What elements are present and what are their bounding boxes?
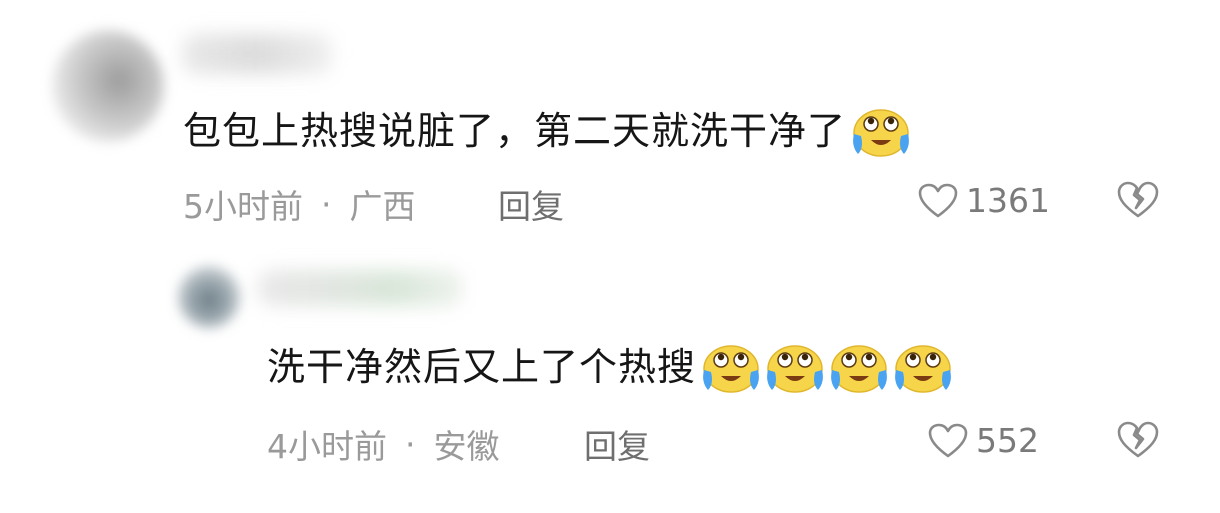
reply-button[interactable]: 回复 (498, 180, 564, 228)
dislike-button[interactable] (1117, 181, 1159, 223)
comment-meta: 5小时前 · 广西 (183, 180, 416, 228)
heart-outline-icon (928, 423, 968, 457)
like-count: 552 (976, 421, 1039, 460)
emoji-row (700, 340, 954, 394)
crying-laughing-emoji (767, 345, 823, 393)
avatar[interactable] (178, 266, 240, 328)
comment-text: 洗干净然后又上了个热搜 (267, 340, 954, 394)
like-button[interactable]: 1361 (918, 181, 1050, 220)
comment-item-1: 包包上热搜说脏了，第二天就洗干净了 5小时前 · 广西 回复 1361 (0, 0, 1220, 250)
dislike-button[interactable] (1117, 421, 1159, 463)
comment-text-content: 洗干净然后又上了个热搜 (267, 345, 697, 389)
comment-location: 安徽 (433, 427, 500, 466)
emoji-row (850, 104, 912, 158)
comment-text: 包包上热搜说脏了，第二天就洗干净了 (183, 104, 912, 158)
comment-time: 4小时前 (267, 427, 387, 466)
username-redacted[interactable] (182, 34, 332, 74)
meta-separator: · (321, 184, 332, 224)
like-button[interactable]: 552 (928, 421, 1039, 460)
comment-time: 5小时前 (183, 187, 303, 226)
broken-heart-icon (1117, 421, 1159, 458)
avatar[interactable] (52, 30, 164, 142)
reply-button[interactable]: 回复 (584, 420, 650, 468)
crying-laughing-emoji (703, 345, 759, 393)
crying-laughing-emoji (831, 345, 887, 393)
crying-laughing-emoji (853, 109, 909, 157)
meta-separator: · (405, 424, 416, 464)
username-redacted[interactable] (258, 270, 463, 306)
heart-outline-icon (918, 183, 958, 217)
comment-meta: 4小时前 · 安徽 (267, 420, 500, 468)
comment-item-2: 洗干净然后又上了个热搜 4小时前 · 安徽 回复 552 (0, 250, 1220, 513)
crying-laughing-emoji (895, 345, 951, 393)
broken-heart-icon (1117, 181, 1159, 218)
comment-text-content: 包包上热搜说脏了，第二天就洗干净了 (183, 109, 847, 153)
like-count: 1361 (966, 181, 1050, 220)
comment-location: 广西 (349, 187, 416, 226)
